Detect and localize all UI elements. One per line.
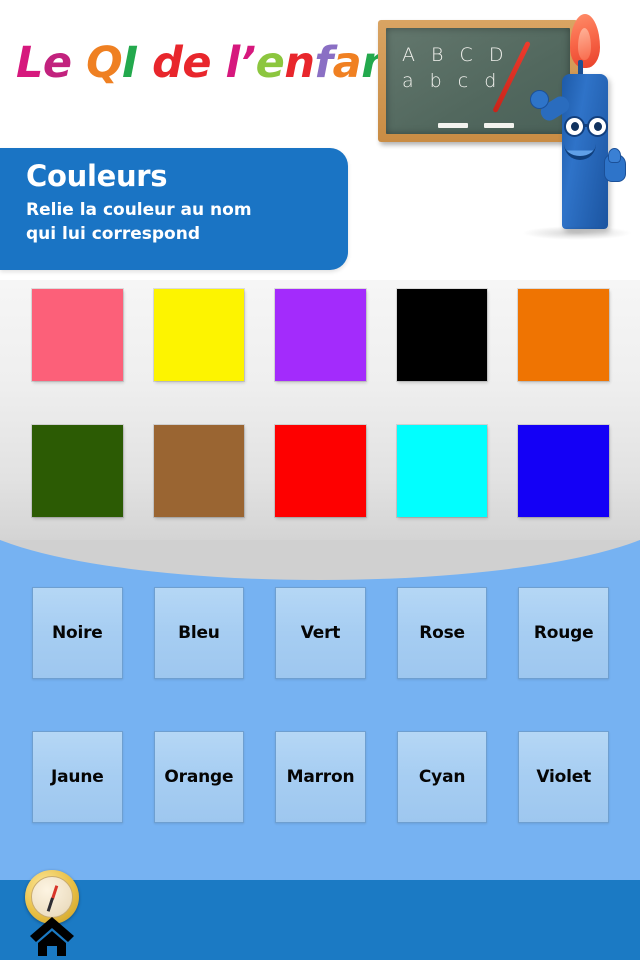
color-word-tile-jaune[interactable]: Jaune [32,731,123,823]
color-word-tile-bleu[interactable]: Bleu [153,587,245,679]
title-letter-5 [138,42,152,85]
flame-inner-icon [578,28,591,60]
pink-swatch[interactable] [32,289,123,381]
color-word-tile-cyan[interactable]: Cyan [396,731,488,823]
blue-swatch[interactable] [518,425,609,517]
green-swatch[interactable] [32,425,123,517]
color-word-tile-rouge[interactable]: Rouge [518,587,609,679]
eye-pupil [571,122,579,131]
eye-pupil [594,122,602,131]
bottom-toolbar [0,880,640,960]
blackboard-uppercase-letters: A B C D [402,44,509,66]
thumbs-up-thumb [608,148,621,163]
compass-needle-south [46,897,54,912]
color-word-tile-orange[interactable]: Orange [153,731,245,823]
color-word-label: Bleu [178,623,220,643]
orange-swatch[interactable] [518,289,609,381]
brown-swatch[interactable] [153,425,245,517]
yellow-swatch[interactable] [153,289,245,381]
blackboard: A B C D a b c d [378,20,578,142]
title-letter-3: Q [86,38,123,88]
title-letter-1: e [42,38,72,88]
title-letter-7: e [182,38,212,88]
color-word-label: Marron [286,767,355,787]
lesson-banner: Couleurs Relie la couleur au nom qui lui… [0,148,348,270]
title-letter-0: L [16,38,43,88]
lesson-title: Couleurs [26,159,168,193]
swatch-row [0,425,640,517]
panel-curve-divider [0,540,640,580]
color-word-tile-vert[interactable]: Vert [275,587,366,679]
word-tile-row: Jaune Orange Marron Cyan Violet [0,731,640,823]
red-swatch[interactable] [275,425,366,517]
color-word-label: Vert [300,623,341,643]
title-letter-2 [72,42,86,85]
color-word-label: Rouge [533,623,594,643]
color-swatch-area [0,280,640,563]
app-root: Le QI de l’enfant A B C D a b c d [0,0,640,960]
header-area: Le QI de l’enfant A B C D a b c d [0,0,640,280]
color-word-label: Orange [164,767,234,787]
title-letter-14: a [332,38,362,88]
purple-swatch[interactable] [275,289,366,381]
color-name-panel: Noire Bleu Vert Rose Rouge Jaune Orange Marron… [0,540,640,880]
title-letter-9: l [225,38,241,88]
word-tile-row: Noire Bleu Vert Rose Rouge [0,587,640,679]
glasses-bridge-icon [584,124,589,127]
color-word-tile-rose[interactable]: Rose [396,587,488,679]
home-icon[interactable] [28,915,76,957]
title-letter-13: f [314,38,333,88]
blackboard-lowercase-letters: a b c d [402,70,502,92]
title-letter-4: I [122,38,138,88]
color-word-label: Noire [51,623,103,643]
lesson-instructions: Relie la couleur au nom qui lui correspo… [26,200,252,244]
teacher-illustration: A B C D a b c d [372,8,640,258]
black-swatch[interactable] [396,289,488,381]
page-title: Le QI de l’enfant [16,38,412,88]
cyan-swatch[interactable] [396,425,488,517]
compass-face [31,876,73,918]
chalk-icon [484,123,514,128]
illustration-shadow [522,226,632,240]
title-letter-10: ’ [239,38,256,88]
color-word-label: Violet [536,767,591,787]
color-word-label: Jaune [51,767,104,787]
swatch-row [0,289,640,381]
color-word-tile-noire[interactable]: Noire [32,587,123,679]
title-letter-8 [211,42,225,85]
color-word-tile-marron[interactable]: Marron [275,731,366,823]
title-letter-11: e [255,38,285,88]
color-word-tile-violet[interactable]: Violet [518,731,609,823]
title-letter-12: n [284,38,315,88]
color-word-label: Cyan [418,767,466,787]
title-letter-6: d [152,38,183,88]
candle-hand [530,90,549,109]
color-word-label: Rose [419,623,465,643]
chalk-icon [438,123,468,128]
